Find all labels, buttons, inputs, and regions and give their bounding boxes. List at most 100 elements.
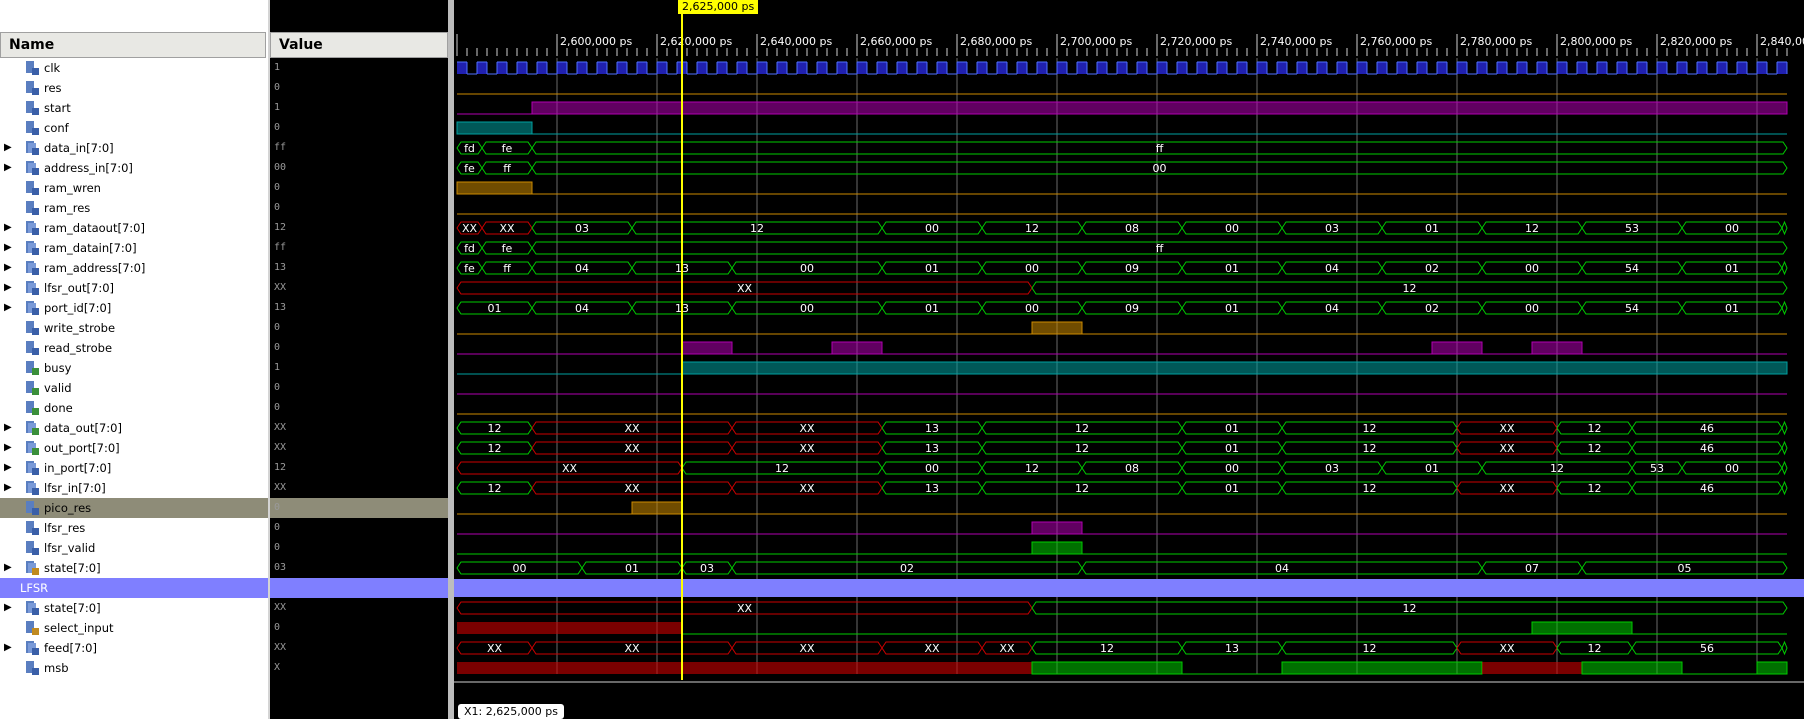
waveform-row[interactable] xyxy=(457,621,1787,635)
signal-row[interactable]: done xyxy=(0,398,268,418)
signal-row[interactable]: ▶ state[7:0] xyxy=(0,598,268,618)
expand-arrow-icon[interactable]: ▶ xyxy=(4,478,12,498)
signal-name: in_port[7:0] xyxy=(44,461,112,475)
waveform-row[interactable] xyxy=(457,501,1787,515)
value-column-header[interactable]: Value xyxy=(270,32,448,58)
expand-arrow-icon[interactable]: ▶ xyxy=(4,438,12,458)
signal-row[interactable]: lfsr_valid xyxy=(0,538,268,558)
signal-row[interactable]: ▶ port_id[7:0] xyxy=(0,298,268,318)
signal-row[interactable]: conf xyxy=(0,118,268,138)
signal-row[interactable]: pico_res xyxy=(0,498,268,518)
expand-arrow-icon[interactable]: ▶ xyxy=(4,558,12,578)
signal-row[interactable]: ▶ out_port[7:0] xyxy=(0,438,268,458)
bus-value-label: 03 xyxy=(1325,222,1339,235)
signal-row[interactable]: ▶ lfsr_in[7:0] xyxy=(0,478,268,498)
clock-high xyxy=(797,62,807,74)
clock-high xyxy=(1257,62,1267,74)
signal-row[interactable]: ▶ data_out[7:0] xyxy=(0,418,268,438)
clock-high xyxy=(1317,62,1327,74)
signal-row[interactable]: start xyxy=(0,98,268,118)
signal-name: lfsr_out[7:0] xyxy=(44,281,115,295)
signal-row[interactable]: ▶ ram_dataout[7:0] xyxy=(0,218,268,238)
signal-value: ff xyxy=(274,242,287,253)
signal-row[interactable]: ▶ ram_datain[7:0] xyxy=(0,238,268,258)
waveform-canvas[interactable]: 2,600,000 ps 2,620,000 ps 2,640,000 ps 2,66… xyxy=(454,0,1804,719)
group-row[interactable]: LFSR xyxy=(0,578,268,598)
clock-high xyxy=(937,62,947,74)
bus-value-label: 12 xyxy=(775,462,789,475)
signal-row[interactable]: read_strobe xyxy=(0,338,268,358)
signal-row[interactable]: ▶ state[7:0] xyxy=(0,558,268,578)
signal-name: msb xyxy=(44,661,69,675)
tick-label: 2,740,000 ps xyxy=(1260,35,1332,48)
signal-row[interactable]: res xyxy=(0,78,268,98)
signal-row[interactable]: ▶ ram_address[7:0] xyxy=(0,258,268,278)
signal-row[interactable]: busy xyxy=(0,358,268,378)
signal-row[interactable]: ▶ lfsr_out[7:0] xyxy=(0,278,268,298)
bit-signal-icon xyxy=(26,501,39,515)
bus-value-label: 01 xyxy=(1225,482,1239,495)
bit-signal-icon xyxy=(26,381,39,395)
waveform-row[interactable] xyxy=(457,101,1788,115)
bit-high xyxy=(1531,621,1633,635)
expand-arrow-icon[interactable]: ▶ xyxy=(4,418,12,438)
bit-high xyxy=(1031,661,1183,675)
signal-row[interactable]: ▶ feed[7:0] xyxy=(0,638,268,658)
waveform-row[interactable] xyxy=(457,661,1788,675)
signal-name: address_in[7:0] xyxy=(44,161,133,175)
signal-name: ram_wren xyxy=(44,181,101,195)
bus-value-label: fe xyxy=(464,162,475,175)
signal-value: 03 xyxy=(274,562,287,573)
signal-row[interactable]: lfsr_res xyxy=(0,518,268,538)
signal-value: 0 xyxy=(274,522,281,533)
bit-high xyxy=(456,121,533,135)
expand-arrow-icon[interactable]: ▶ xyxy=(4,278,12,298)
bus-value-label: 54 xyxy=(1625,302,1639,315)
tick-label: 2,600,000 ps xyxy=(560,35,632,48)
clock-high xyxy=(1297,62,1307,74)
waveform-row[interactable] xyxy=(454,579,1804,597)
signal-row[interactable]: msb xyxy=(0,658,268,678)
signal-value: 1 xyxy=(274,102,281,113)
signal-value: 0 xyxy=(274,622,281,633)
expand-arrow-icon[interactable]: ▶ xyxy=(4,238,12,258)
signal-row[interactable]: ▶ address_in[7:0] xyxy=(0,158,268,178)
bus-value-label: 01 xyxy=(1725,302,1739,315)
expand-arrow-icon[interactable]: ▶ xyxy=(4,138,12,158)
clock-high xyxy=(757,62,767,74)
bit-signal-icon xyxy=(26,541,39,555)
waveform-row[interactable] xyxy=(457,61,1788,75)
expand-arrow-icon[interactable]: ▶ xyxy=(4,458,12,478)
signal-row[interactable]: ram_res xyxy=(0,198,268,218)
signal-row[interactable]: write_strobe xyxy=(0,318,268,338)
signal-row[interactable]: select_input xyxy=(0,618,268,638)
bit-high xyxy=(1431,341,1483,355)
cursor-time-label: 2,625,000 ps xyxy=(678,0,759,14)
signal-row[interactable]: valid xyxy=(0,378,268,398)
expand-arrow-icon[interactable]: ▶ xyxy=(4,258,12,278)
clock-high xyxy=(1517,62,1527,74)
clock-high xyxy=(1577,62,1587,74)
clock-high xyxy=(1737,62,1747,74)
signal-value: 1 xyxy=(274,62,281,73)
clock-high xyxy=(537,62,547,74)
signal-row[interactable]: ram_wren xyxy=(0,178,268,198)
signal-row[interactable]: clk xyxy=(0,58,268,78)
clock-high xyxy=(1377,62,1387,74)
expand-arrow-icon[interactable]: ▶ xyxy=(4,218,12,238)
expand-arrow-icon[interactable]: ▶ xyxy=(4,638,12,658)
bus-value-label: 12 xyxy=(750,222,764,235)
bus-value-label: 01 xyxy=(488,302,502,315)
signal-row[interactable]: ▶ in_port[7:0] xyxy=(0,458,268,478)
expand-arrow-icon[interactable]: ▶ xyxy=(4,158,12,178)
expand-arrow-icon[interactable]: ▶ xyxy=(4,598,12,618)
time-ruler[interactable]: 2,600,000 ps 2,620,000 ps 2,640,000 ps 2,66… xyxy=(456,34,1804,56)
clock-high xyxy=(457,62,467,74)
expand-arrow-icon[interactable]: ▶ xyxy=(4,298,12,318)
signal-row[interactable]: ▶ data_in[7:0] xyxy=(0,138,268,158)
bus-value-label: fd xyxy=(464,242,475,255)
bus-value-label: ff xyxy=(1156,242,1164,255)
name-column-header[interactable]: Name xyxy=(0,32,266,58)
bit-high xyxy=(831,341,883,355)
signal-value: 0 xyxy=(274,182,281,193)
